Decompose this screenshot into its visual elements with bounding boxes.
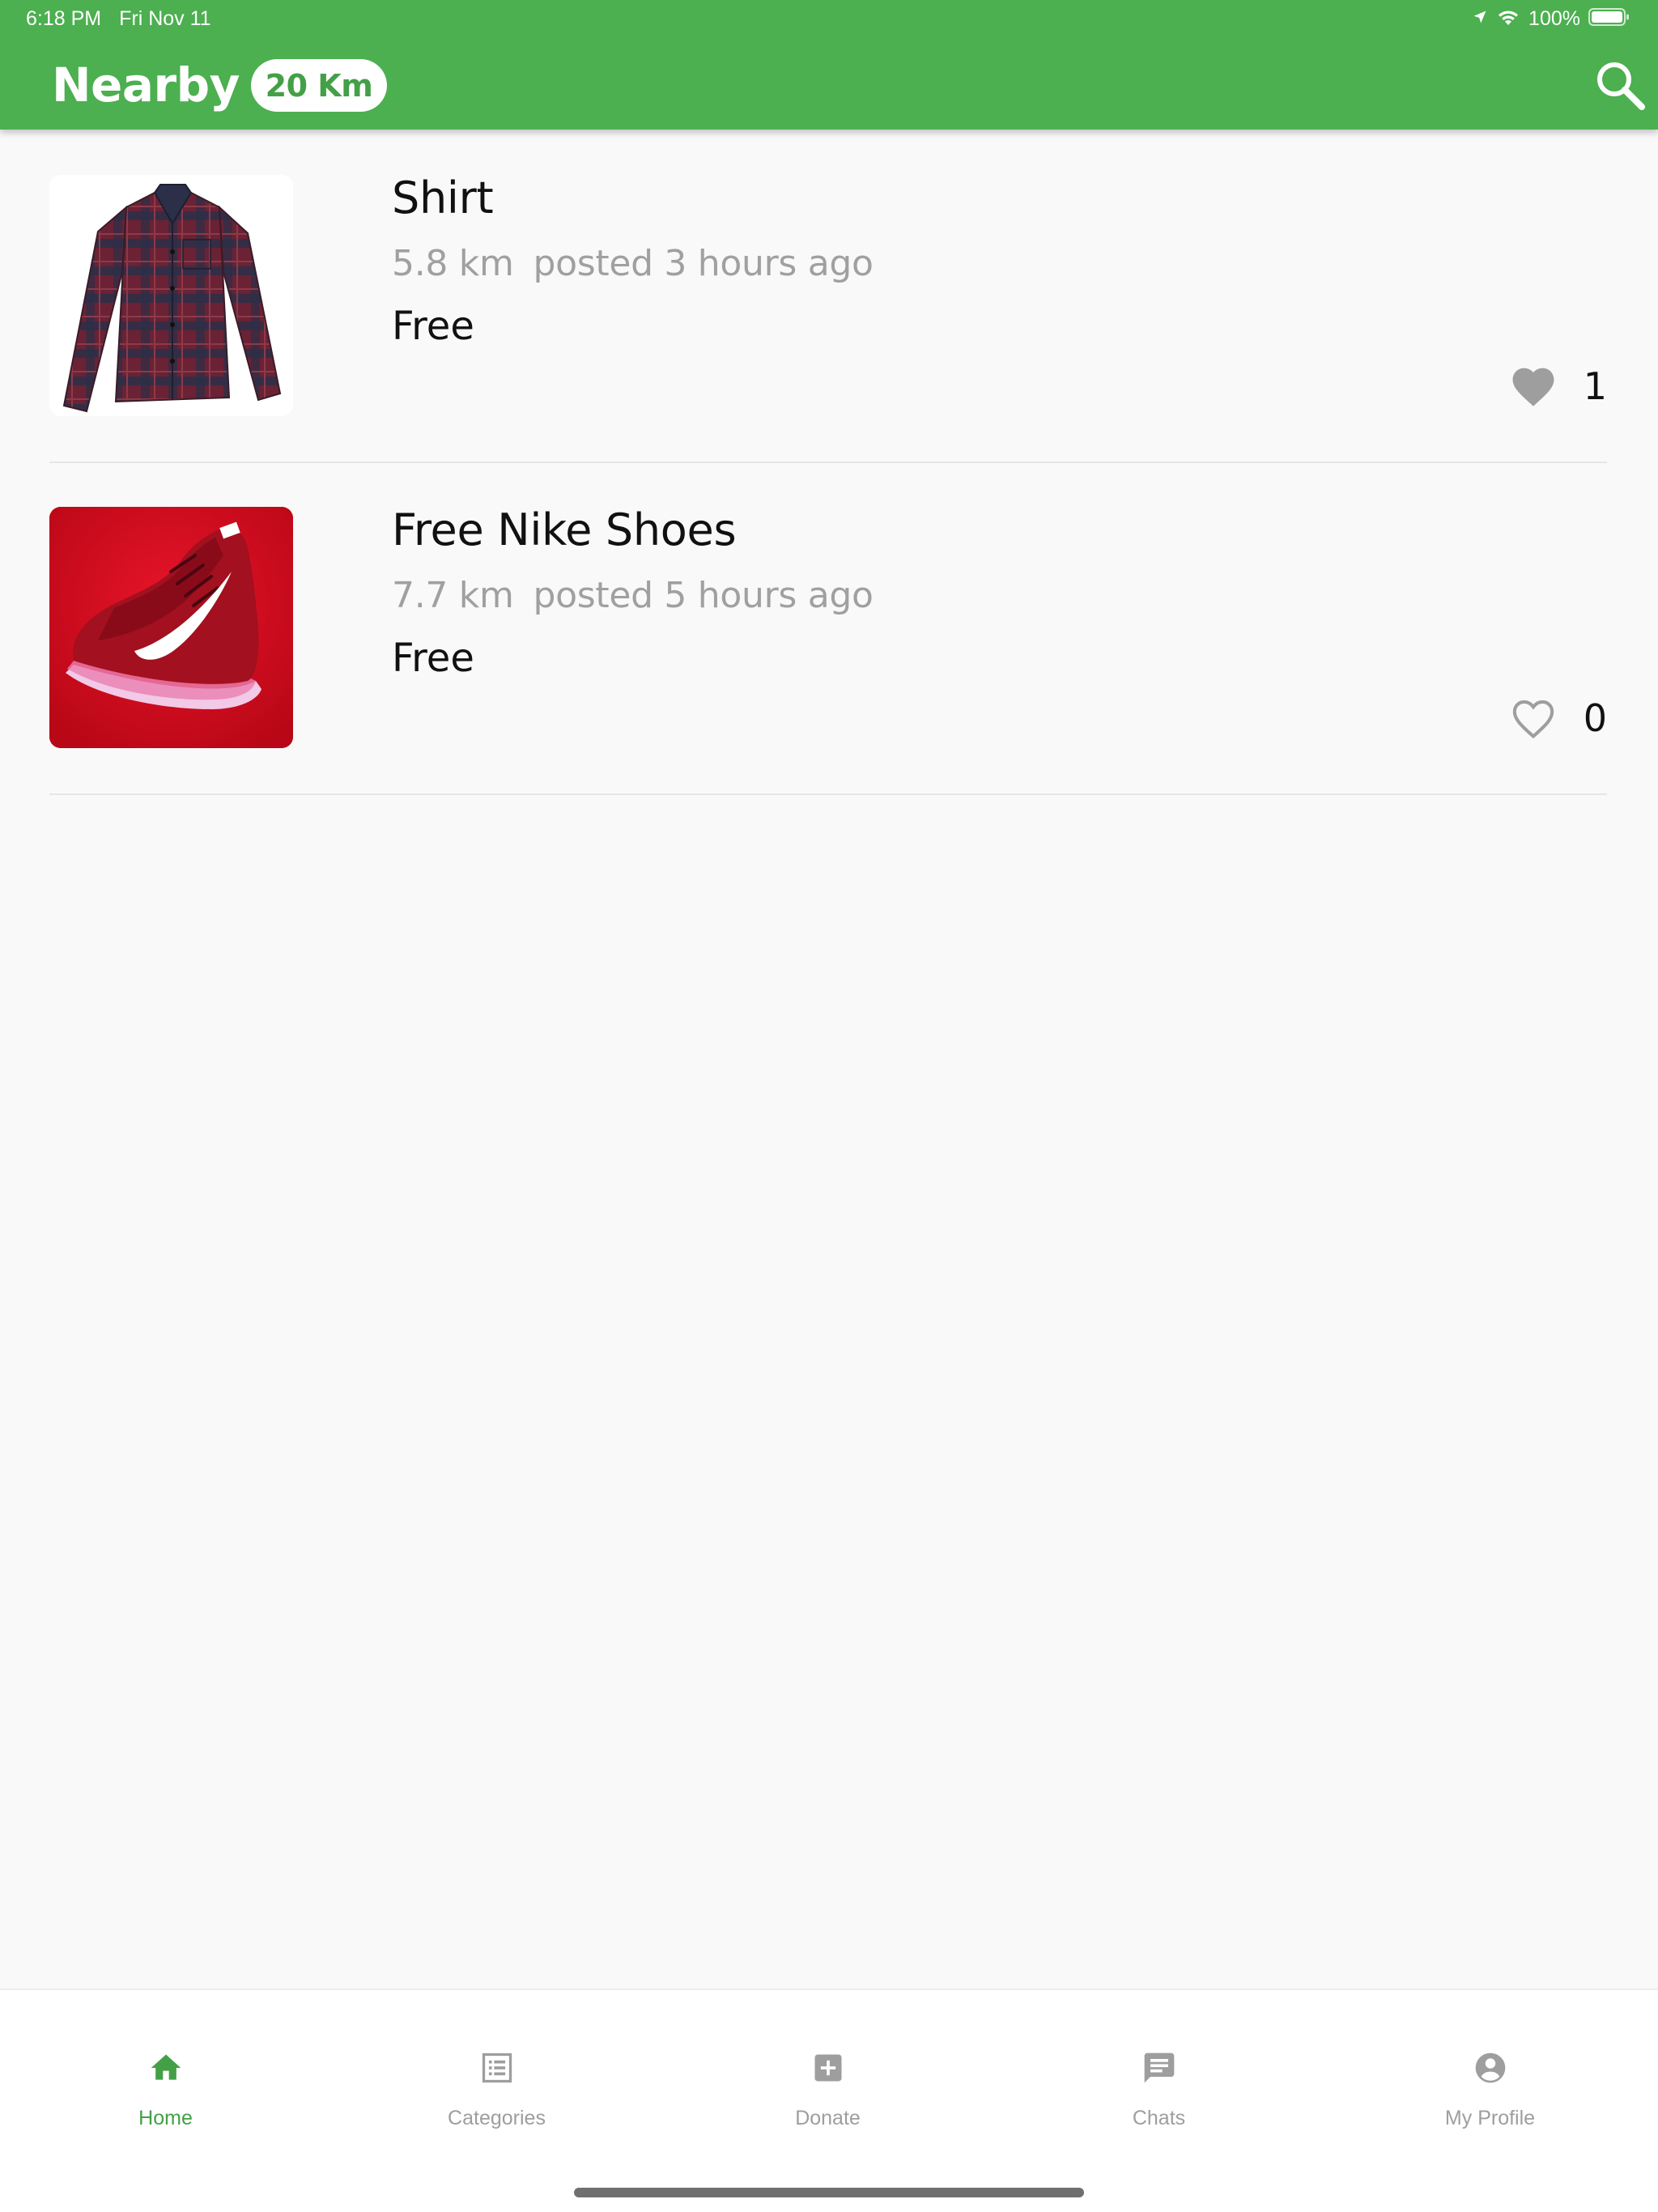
tab-label: Chats xyxy=(1132,2107,1186,2129)
tab-label: Home xyxy=(138,2107,193,2129)
account-icon xyxy=(1469,2047,1511,2089)
tab-donate[interactable]: Donate xyxy=(662,2047,993,2160)
listing-item[interactable]: Shirt 5.8 km posted 3 hours ago Free 1 xyxy=(49,131,1607,463)
like-control: 0 xyxy=(1507,690,1607,747)
listing-image-shoes xyxy=(49,507,293,748)
app-header: 6:18 PM Fri Nov 11 100% Nearby 20 Km xyxy=(0,0,1658,130)
like-count: 0 xyxy=(1583,696,1607,740)
bottom-tab-bar: Home Categories Donate Chats My Profile xyxy=(0,1989,1658,2212)
status-bar-left: 6:18 PM Fri Nov 11 xyxy=(26,6,211,31)
chat-icon xyxy=(1138,2047,1180,2089)
location-arrow-icon xyxy=(1472,9,1488,28)
tab-label: My Profile xyxy=(1444,2107,1536,2129)
tab-label: Categories xyxy=(448,2107,546,2129)
wifi-icon xyxy=(1496,7,1520,30)
page-title: Nearby xyxy=(52,57,240,113)
status-time: 6:18 PM xyxy=(26,7,102,30)
list-icon xyxy=(476,2047,518,2089)
listing-price: Free xyxy=(392,304,474,349)
battery-percent: 100% xyxy=(1528,6,1580,30)
tab-my-profile[interactable]: My Profile xyxy=(1324,2047,1656,2160)
listing-item[interactable]: Free Nike Shoes 7.7 km posted 5 hours ago… xyxy=(49,463,1607,795)
listing-image-shirt xyxy=(49,175,293,416)
status-bar-right: 100% xyxy=(1472,5,1630,32)
tab-chats[interactable]: Chats xyxy=(993,2047,1324,2160)
heart-outline-icon xyxy=(1508,694,1558,742)
heart-filled-icon xyxy=(1508,362,1558,410)
listing-distance: 5.8 km xyxy=(392,243,514,284)
status-date: Fri Nov 11 xyxy=(119,7,211,30)
listing-meta: 5.8 km posted 3 hours ago xyxy=(392,241,874,287)
listing-posted-time: posted 5 hours ago xyxy=(533,575,874,616)
home-indicator[interactable] xyxy=(574,2188,1084,2197)
like-button[interactable] xyxy=(1507,362,1559,410)
tab-home[interactable]: Home xyxy=(0,2047,331,2160)
search-button[interactable] xyxy=(1588,55,1652,118)
listing-title: Shirt xyxy=(392,172,494,223)
listing-distance: 7.7 km xyxy=(392,575,514,616)
like-control: 1 xyxy=(1507,358,1607,415)
screen: 6:18 PM Fri Nov 11 100% Nearby 20 Km Shi… xyxy=(0,0,1658,2212)
listing-meta: 7.7 km posted 5 hours ago xyxy=(392,573,874,619)
home-icon xyxy=(145,2047,187,2089)
tab-categories[interactable]: Categories xyxy=(331,2047,662,2160)
battery-icon xyxy=(1588,7,1630,30)
like-count: 1 xyxy=(1583,364,1607,408)
listing-posted-time: posted 3 hours ago xyxy=(533,243,874,284)
listing-title: Free Nike Shoes xyxy=(392,504,737,555)
like-button[interactable] xyxy=(1507,694,1559,742)
tab-label: Donate xyxy=(795,2107,861,2129)
search-icon xyxy=(1593,58,1647,115)
listing-price: Free xyxy=(392,636,474,681)
distance-filter-button[interactable]: 20 Km xyxy=(251,59,387,112)
plus-box-icon xyxy=(807,2047,849,2089)
